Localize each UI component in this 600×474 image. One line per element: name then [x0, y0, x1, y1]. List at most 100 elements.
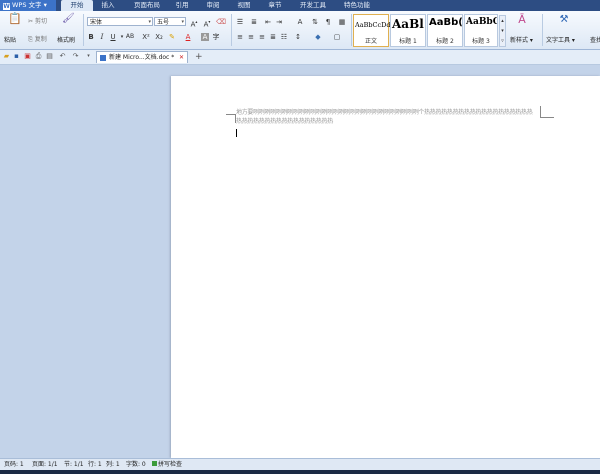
underline-icon[interactable]: U — [109, 33, 117, 41]
customize-quick-access-icon[interactable]: ▾ — [85, 53, 92, 60]
text-cursor — [236, 129, 237, 137]
tab-developer[interactable]: 开发工具 — [294, 0, 332, 11]
new-style-button[interactable]: 新样式 ▾ — [510, 35, 533, 44]
align-center-icon[interactable]: ≡ — [247, 33, 255, 41]
clear-format-icon[interactable]: ⌫ — [216, 18, 226, 26]
ribbon-separator — [231, 14, 232, 46]
style-name: 标题 2 — [436, 38, 454, 45]
cut-button[interactable]: ✂ 剪切 — [28, 16, 47, 25]
style-sample: AaBb( — [429, 17, 463, 28]
style-heading-1[interactable]: AaBl 标题 1 — [390, 14, 426, 47]
font-name-select[interactable]: 宋体 ▾ — [87, 17, 153, 26]
char-shading-icon[interactable]: A — [201, 33, 209, 41]
find-button[interactable]: 查找 — [590, 35, 600, 44]
paste-icon[interactable]: 📋 — [8, 13, 22, 27]
italic-icon[interactable]: I — [98, 33, 106, 41]
numbered-list-icon[interactable]: ≣ — [250, 18, 258, 26]
tab-review[interactable]: 审阅 — [201, 0, 225, 11]
tab-references[interactable]: 引用 — [170, 0, 194, 11]
scissors-icon: ✂ — [28, 18, 34, 25]
tab-home[interactable]: 开始 — [61, 0, 93, 11]
style-sample: AaBl — [392, 17, 424, 31]
quick-access-bar: ▰ ▪ ▣ ⎙ ▤ ↶ ↷ ▾ 新建 Micro...文档.doc * ✕ + — [0, 50, 600, 65]
text-tools-button[interactable]: 文字工具 ▾ — [546, 35, 575, 44]
paste-button[interactable]: 粘贴 — [4, 35, 16, 44]
style-heading-2[interactable]: AaBb( 标题 2 — [427, 14, 463, 47]
increase-indent-icon[interactable]: ⇥ — [275, 18, 283, 26]
copy-icon: ⎘ — [28, 36, 33, 43]
menu-bar: W WPS 文字 ▾ 开始 插入 页面布局 引用 审阅 视图 章节 开发工具 特色… — [0, 0, 600, 11]
ribbon: 📋 粘贴 ✂ 剪切 ⎘ 复制 🖌 格式刷 宋体 ▾ 五号 ▾ A▴ A▾ ⌫ B I… — [0, 11, 600, 50]
grow-font-icon[interactable]: A▴ — [190, 18, 198, 28]
shrink-font-icon[interactable]: A▾ — [203, 18, 211, 28]
bold-icon[interactable]: B — [87, 33, 95, 41]
export-pdf-icon[interactable]: ▣ — [24, 53, 31, 60]
style-name: 标题 1 — [399, 38, 417, 45]
align-right-icon[interactable]: ≡ — [258, 33, 266, 41]
styles-scroll-icon[interactable]: ▴ ▾ ▿ — [499, 15, 506, 47]
document-text-line[interactable]: 地方要咧咧咧咧咧咧咧咧咧咧咧咧咧咧咧咧咧咧咧咧咧咧咧咧咧咧咧咧咧个热热热热热热热… — [236, 107, 533, 116]
format-painter-button[interactable]: 格式刷 — [57, 35, 75, 44]
margin-mark — [226, 114, 235, 115]
style-name: 标题 3 — [472, 38, 490, 45]
tab-view[interactable]: 视图 — [232, 0, 256, 11]
superscript-icon[interactable]: X² — [142, 33, 150, 41]
ribbon-separator — [351, 14, 352, 46]
checkbox-icon — [152, 461, 157, 466]
app-name: WPS 文字 — [12, 1, 42, 9]
shading-icon[interactable]: ◆ — [314, 33, 322, 41]
show-marks-icon[interactable]: ¶ — [324, 18, 332, 26]
ribbon-separator — [542, 14, 543, 46]
tab-chapter[interactable]: 章节 — [263, 0, 287, 11]
close-icon[interactable]: ✕ — [179, 52, 184, 63]
distribute-icon[interactable]: ☷ — [280, 33, 288, 41]
subscript-icon[interactable]: X₂ — [155, 33, 163, 41]
borders-icon[interactable]: ▢ — [333, 33, 341, 41]
table-border-icon[interactable]: ▦ — [338, 18, 346, 26]
document-tab-title: 新建 Micro...文档.doc * — [109, 54, 175, 61]
tab-insert[interactable]: 插入 — [96, 0, 120, 11]
font-color-icon[interactable]: A — [184, 33, 192, 41]
document-icon — [100, 55, 106, 61]
style-heading-3[interactable]: AaBbC 标题 3 — [464, 14, 498, 47]
text-direction-icon[interactable]: A — [296, 18, 304, 26]
ribbon-separator — [83, 14, 84, 46]
document-tab[interactable]: 新建 Micro...文档.doc * ✕ — [96, 51, 188, 63]
style-sample: AaBbC — [466, 17, 498, 27]
chevron-down-icon: ▾ — [43, 1, 47, 9]
margin-mark — [540, 106, 541, 118]
sort-icon[interactable]: ⇅ — [311, 18, 319, 26]
style-name: 正文 — [364, 38, 377, 45]
redo-icon[interactable]: ↷ — [72, 53, 79, 60]
new-tab-button[interactable]: + — [195, 52, 203, 62]
open-folder-icon[interactable]: ▰ — [3, 53, 10, 60]
strikethrough-icon[interactable]: AB — [124, 33, 136, 41]
tab-page-layout[interactable]: 页面布局 — [128, 0, 166, 11]
undo-icon[interactable]: ↶ — [59, 53, 66, 60]
style-normal[interactable]: AaBbCcDd 正文 — [353, 14, 391, 47]
print-icon[interactable]: ⎙ — [35, 53, 42, 60]
phonetic-guide-icon[interactable]: 字 — [212, 33, 220, 41]
save-icon[interactable]: ▪ — [13, 53, 20, 60]
print-preview-icon[interactable]: ▤ — [46, 53, 53, 60]
format-painter-icon[interactable]: 🖌 — [62, 14, 75, 27]
wps-logo-icon: W — [3, 3, 10, 10]
new-style-icon[interactable]: Ā — [515, 14, 529, 28]
os-taskbar — [0, 470, 600, 474]
justify-icon[interactable]: ≣ — [269, 33, 277, 41]
margin-mark — [540, 117, 554, 118]
document-text-line[interactable]: 热热热热热热热热热热热热热热热热热 — [236, 116, 333, 125]
line-spacing-icon[interactable]: ↕ — [294, 33, 302, 41]
decrease-indent-icon[interactable]: ⇤ — [264, 18, 272, 26]
font-size-select[interactable]: 五号 ▾ — [154, 17, 186, 26]
highlight-icon[interactable]: ✎ — [168, 33, 176, 41]
text-tools-icon[interactable]: ⚒ — [558, 15, 570, 28]
chevron-down-icon: ▾ — [148, 19, 151, 25]
tab-special[interactable]: 特色功能 — [337, 0, 377, 11]
style-sample: AaBbCcDd — [355, 21, 391, 29]
bullet-list-icon[interactable]: ☰ — [236, 18, 244, 26]
app-menu-button[interactable]: W WPS 文字 ▾ — [0, 0, 56, 11]
copy-button[interactable]: ⎘ 复制 — [28, 34, 47, 44]
align-left-icon[interactable]: ≡ — [236, 33, 244, 41]
document-page[interactable]: 地方要咧咧咧咧咧咧咧咧咧咧咧咧咧咧咧咧咧咧咧咧咧咧咧咧咧咧咧咧咧个热热热热热热热… — [171, 76, 600, 458]
